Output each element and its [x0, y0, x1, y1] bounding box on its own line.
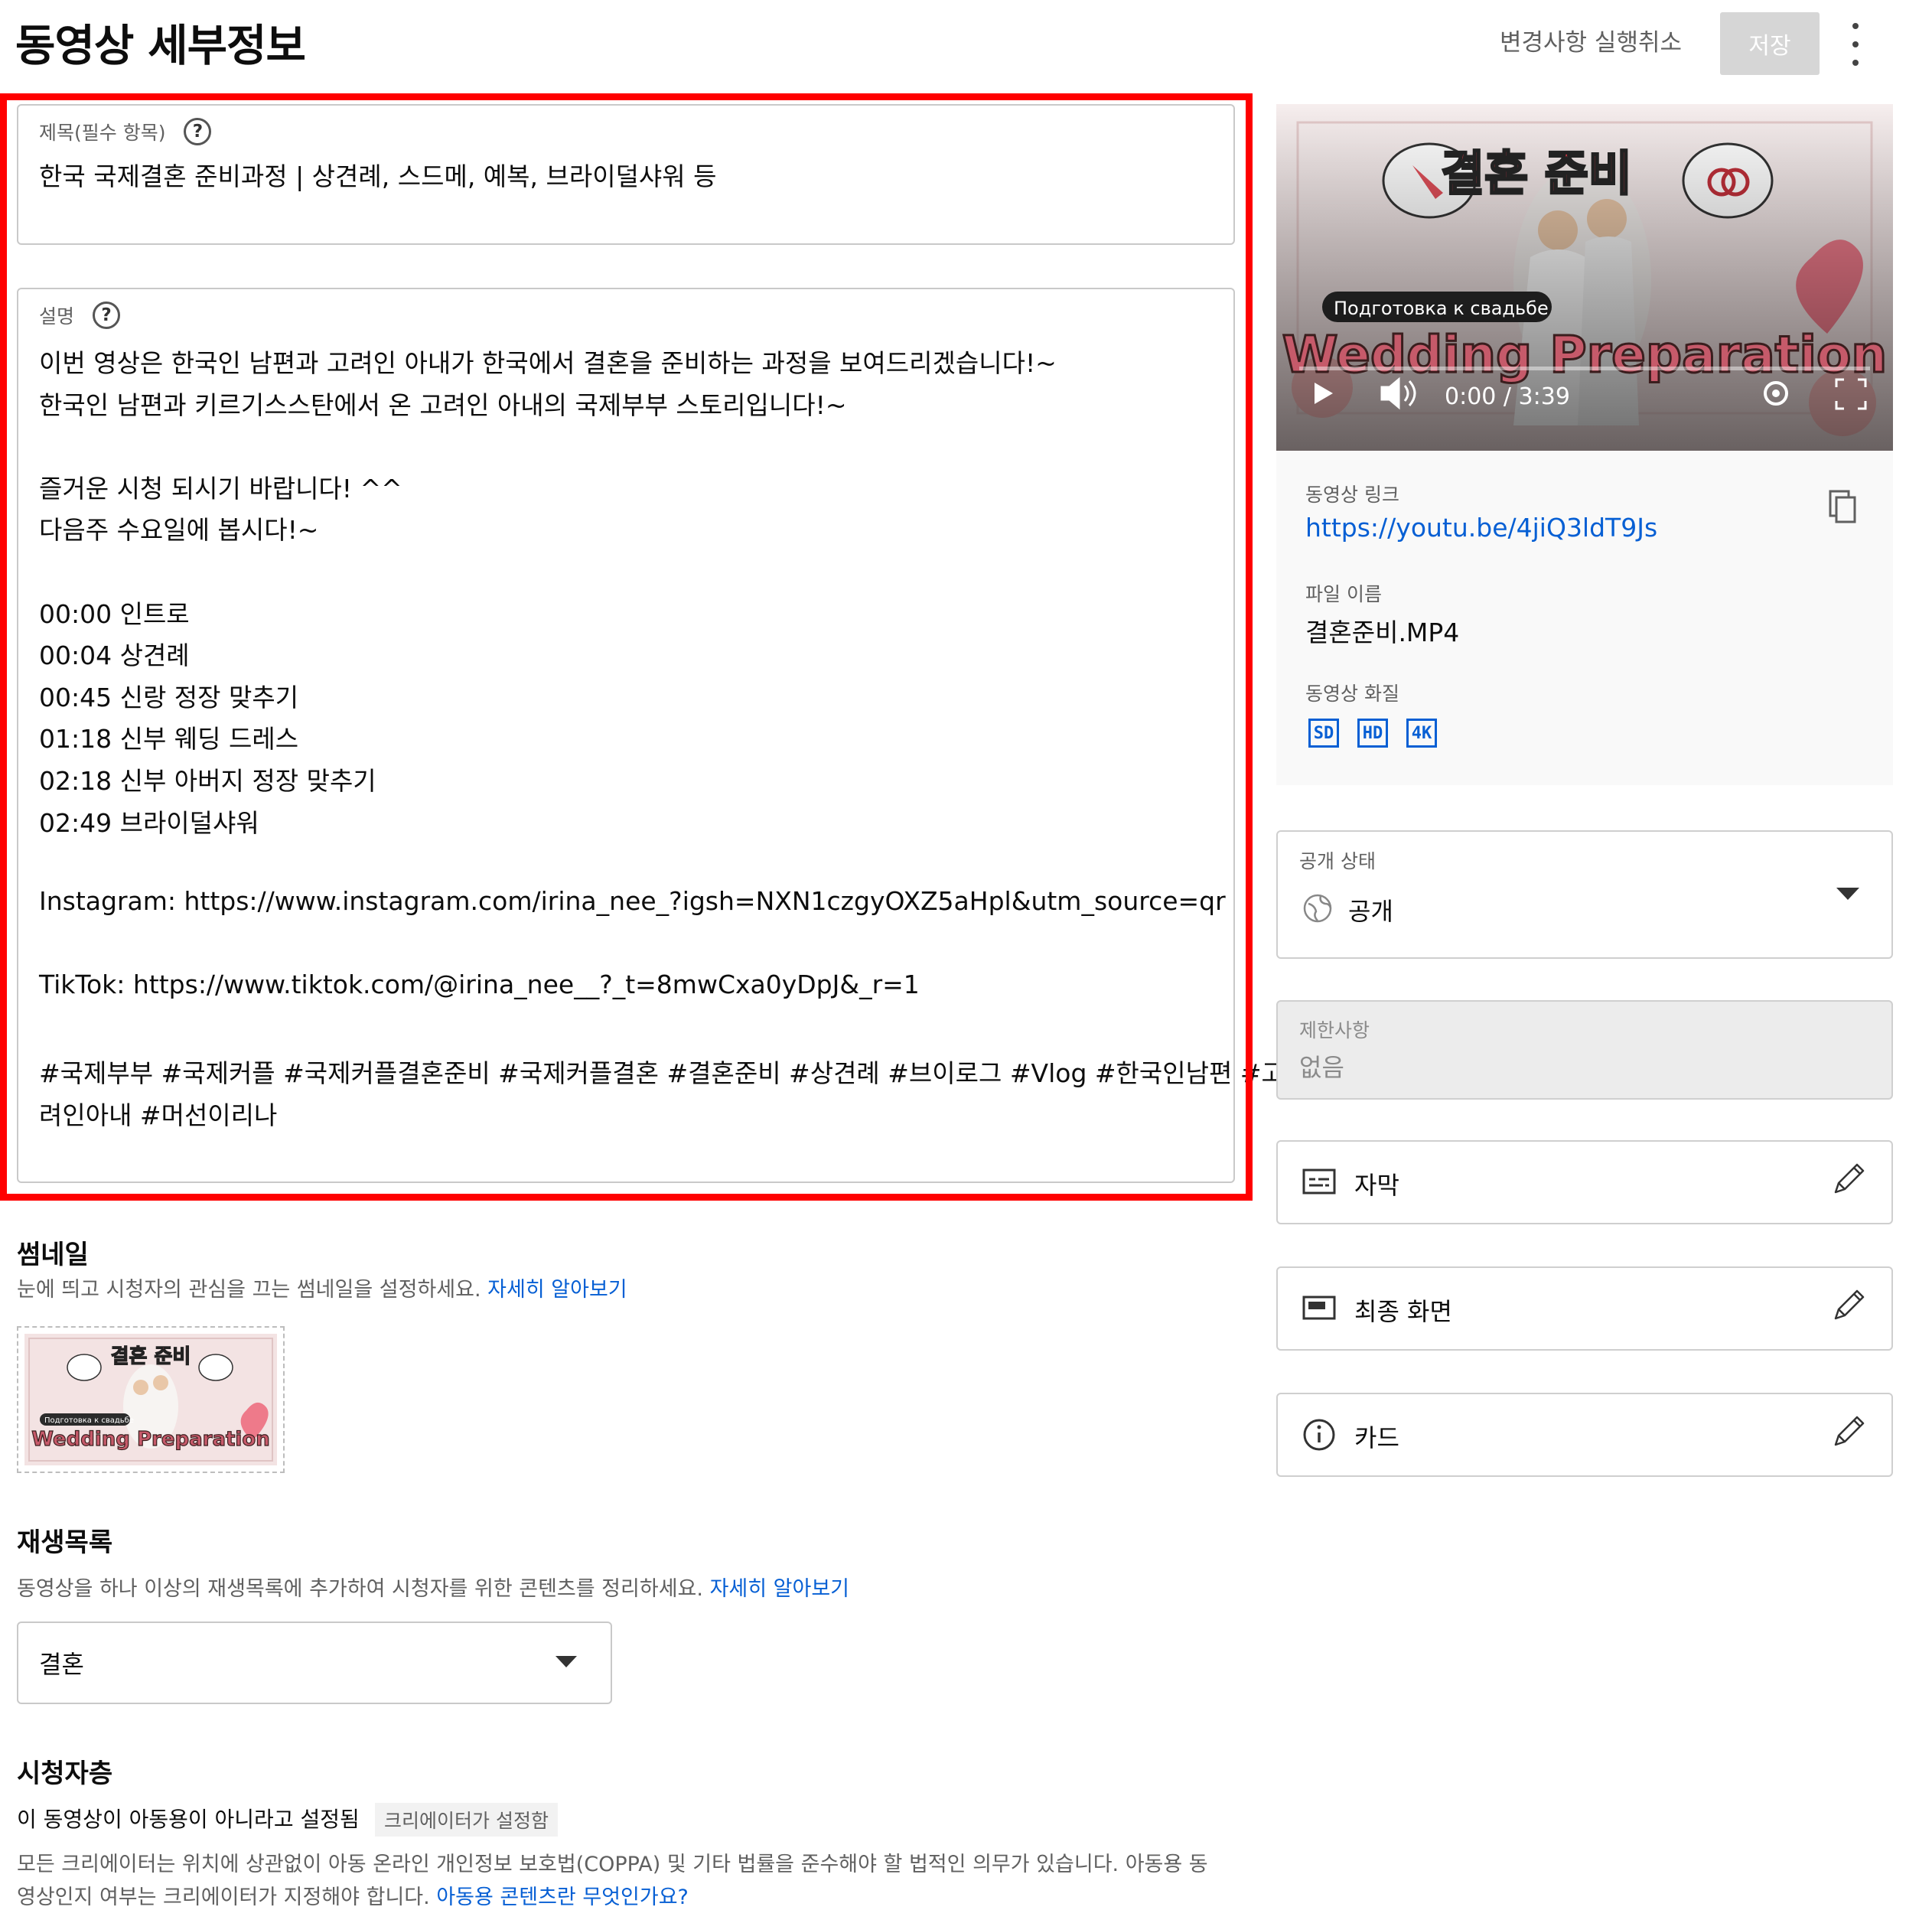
playlist-description-text: 동영상을 하나 이상의 재생목록에 추가하여 시청자를 위한 콘텐츠를 정리하세…	[17, 1577, 703, 1601]
preview-subtitle-russian: Подготовка к свадьбе	[1334, 298, 1549, 319]
thumbnail-description-text: 눈에 띄고 시청자의 관심을 끄는 썸네일을 설정하세요.	[17, 1278, 481, 1302]
end-screen-icon	[1302, 1296, 1336, 1320]
thumbnail-subtitle-russian: Подготовка к свадьбе	[44, 1416, 134, 1425]
playlist-dropdown[interactable]	[17, 1622, 612, 1704]
playlist-selected-value: 결혼	[39, 1650, 84, 1679]
video-link-label: 동영상 링크	[1305, 484, 1399, 506]
restrictions-label: 제한사항	[1299, 1019, 1370, 1041]
copy-icon[interactable]	[1829, 490, 1856, 523]
more-options-icon[interactable]	[1840, 23, 1871, 66]
video-link[interactable]: https://youtu.be/4jiQ3ldT9Js	[1305, 513, 1657, 543]
undo-changes-button[interactable]: 변경사항 실행취소	[1500, 23, 1682, 57]
audience-description-line-1: 모든 크리에이터는 위치에 상관없이 아동 온라인 개인정보 보호법(COPPA…	[17, 1853, 1208, 1876]
subtitles-label: 자막	[1354, 1171, 1399, 1200]
playlist-description: 동영상을 하나 이상의 재생목록에 추가하여 시청자를 위한 콘텐츠를 정리하세…	[17, 1572, 849, 1602]
audience-description-line-2: 영상인지 여부는 크리에이터가 지정해야 합니다. 아동용 콘텐츠란 무엇인가요…	[17, 1880, 689, 1910]
end-screen-label: 최종 화면	[1354, 1297, 1452, 1326]
info-icon	[1303, 1419, 1335, 1451]
playlist-learn-more-link[interactable]: 자세히 알아보기	[710, 1577, 849, 1601]
preview-title-english: Wedding Preparation	[1282, 325, 1888, 384]
thumbnail-image[interactable]: 결혼 준비 Подготовка к свадьбе Wedding Prepa…	[17, 1326, 285, 1473]
subtitles-icon	[1302, 1168, 1336, 1195]
visibility-label: 공개 상태	[1299, 850, 1376, 872]
page-title: 동영상 세부정보	[15, 21, 306, 71]
audience-section-title: 시청자층	[17, 1758, 113, 1789]
video-quality-label: 동영상 화질	[1305, 683, 1399, 705]
visibility-value: 공개	[1348, 897, 1393, 926]
audience-description-text: 영상인지 여부는 크리에이터가 지정해야 합니다.	[17, 1886, 430, 1909]
filename-label: 파일 이름	[1305, 583, 1382, 605]
thumbnail-picture: 결혼 준비 Подготовка к свадьбе Wedding Prepa…	[24, 1334, 277, 1465]
thumbnail-title-english: Wedding Preparation	[31, 1428, 269, 1451]
video-preview[interactable]: 결혼 준비 Подготовка к свадьбе Wedding Prepa…	[1276, 104, 1893, 451]
thumbnail-description: 눈에 띄고 시청자의 관심을 끄는 썸네일을 설정하세요. 자세히 알아보기	[17, 1273, 627, 1302]
cards-label: 카드	[1354, 1423, 1399, 1452]
filename-value: 결혼준비.MP4	[1305, 618, 1460, 647]
4k-quality-icon: 4K	[1406, 719, 1437, 748]
video-preview-image: 결혼 준비 Подготовка к свадьбе Wedding Prepa…	[1276, 104, 1893, 451]
thumbnail-learn-more-link[interactable]: 자세히 알아보기	[487, 1278, 627, 1302]
kids-content-link[interactable]: 아동용 콘텐츠란 무엇인가요?	[436, 1886, 689, 1909]
dropdown-arrow-icon	[555, 1656, 577, 1667]
dropdown-arrow-icon	[1836, 888, 1859, 900]
playlist-section-title: 재생목록	[17, 1527, 113, 1558]
preview-title-korean: 결혼 준비	[1441, 145, 1632, 201]
edit-pencil-icon[interactable]	[1831, 1416, 1865, 1449]
globe-icon	[1303, 894, 1332, 923]
highlight-box	[0, 93, 1253, 1201]
edit-pencil-icon[interactable]	[1831, 1289, 1865, 1323]
audience-status: 이 동영상이 아동용이 아니라고 설정됨	[17, 1807, 360, 1832]
sd-quality-icon: SD	[1308, 719, 1339, 748]
save-button[interactable]: 저장	[1720, 12, 1820, 75]
hd-quality-icon: HD	[1357, 719, 1388, 748]
restrictions-value: 없음	[1299, 1053, 1344, 1082]
thumbnail-section-title: 썸네일	[17, 1240, 89, 1270]
edit-pencil-icon[interactable]	[1831, 1163, 1865, 1197]
creator-set-badge: 크리에이터가 설정함	[375, 1803, 558, 1837]
time-display: 0:00 / 3:39	[1445, 383, 1570, 410]
